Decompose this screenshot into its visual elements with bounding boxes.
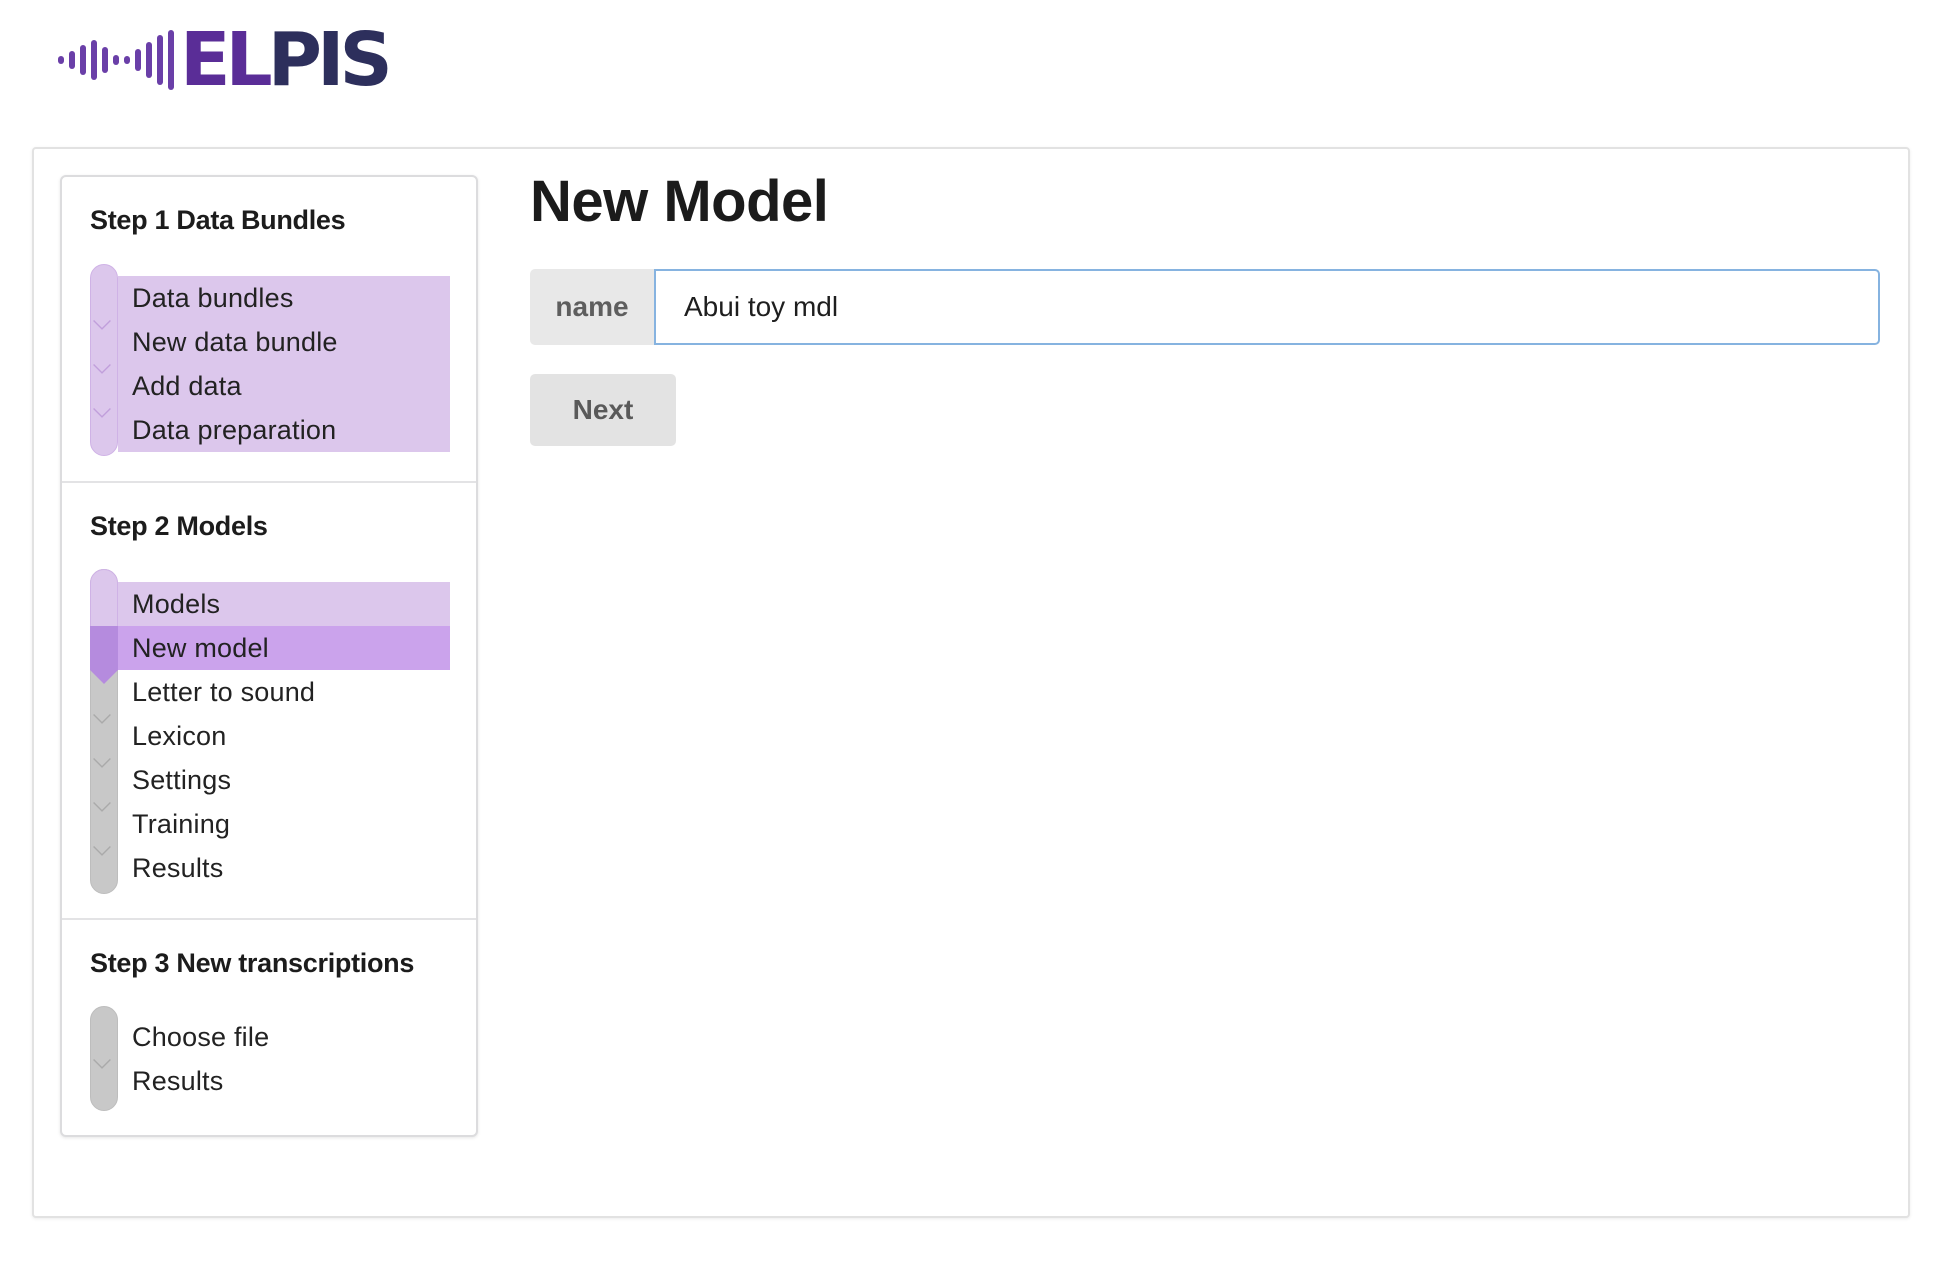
step-1-title: Step 1 Data Bundles xyxy=(90,205,346,235)
step-item-label: Training xyxy=(132,809,231,839)
step-item-label: Settings xyxy=(132,765,232,795)
model-name-input[interactable] xyxy=(654,269,1880,345)
step-3-section: Step 3 New transcriptions Choose file Re… xyxy=(62,920,476,1137)
page-title: New Model xyxy=(530,169,829,234)
step-item-label: Results xyxy=(132,853,224,883)
step-2-progress-fill xyxy=(90,569,118,629)
step-1-section: Step 1 Data Bundles Data bundles New dat… xyxy=(62,177,476,483)
step-item-data-preparation[interactable]: Data preparation xyxy=(118,408,450,452)
active-step-marker xyxy=(90,626,118,684)
waveform-bars-icon xyxy=(58,24,174,96)
step-item-add-data[interactable]: Add data xyxy=(93,364,450,418)
stepper-sidebar: Step 1 Data Bundles Data bundles New dat… xyxy=(60,175,478,1137)
step-item-label: Results xyxy=(132,1066,224,1096)
step-item-choose-file[interactable]: Choose file xyxy=(93,1015,450,1069)
step-item-new-data-bundle[interactable]: New data bundle xyxy=(93,320,450,374)
next-button[interactable]: Next xyxy=(530,374,676,446)
step-item-data-bundles[interactable]: Data bundles xyxy=(93,276,450,330)
step-item-models[interactable]: Models xyxy=(118,582,450,626)
step-item-label: Letter to sound xyxy=(132,677,316,707)
name-field-label: name xyxy=(530,269,654,345)
step-item-label: Lexicon xyxy=(132,721,227,751)
step-item-label: Add data xyxy=(132,371,242,401)
step-item-label: New model xyxy=(132,633,269,663)
step-item-label: Choose file xyxy=(132,1022,270,1052)
step-item-letter-to-sound[interactable]: Letter to sound xyxy=(93,670,450,724)
elpis-logo: EL PIS xyxy=(58,17,393,103)
step-item-training[interactable]: Training xyxy=(93,802,450,856)
step-item-transcription-results[interactable]: Results xyxy=(118,1059,450,1103)
step-1-list: Data bundles New data bundle Add data Da… xyxy=(93,276,450,452)
step-2-title: Step 2 Models xyxy=(90,511,268,541)
step-item-new-model[interactable]: New model xyxy=(90,626,450,684)
logo-wordmark: EL PIS xyxy=(180,17,393,103)
step-2-section: Step 2 Models Models New model Letter to… xyxy=(62,483,476,920)
model-name-field: name xyxy=(530,269,1880,345)
step-3-list: Choose file Results xyxy=(93,1015,450,1103)
step-3-title: Step 3 New transcriptions xyxy=(90,948,415,978)
step-item-results[interactable]: Results xyxy=(118,846,450,890)
step-item-label: Data bundles xyxy=(132,283,294,313)
step-item-lexicon[interactable]: Lexicon xyxy=(93,714,450,768)
step-item-label: Data preparation xyxy=(132,415,337,445)
step-item-settings[interactable]: Settings xyxy=(93,758,450,812)
step-item-label: New data bundle xyxy=(132,327,338,357)
step-item-label: Models xyxy=(132,589,221,619)
step-2-list: Models New model Letter to sound Lexicon… xyxy=(90,582,450,890)
